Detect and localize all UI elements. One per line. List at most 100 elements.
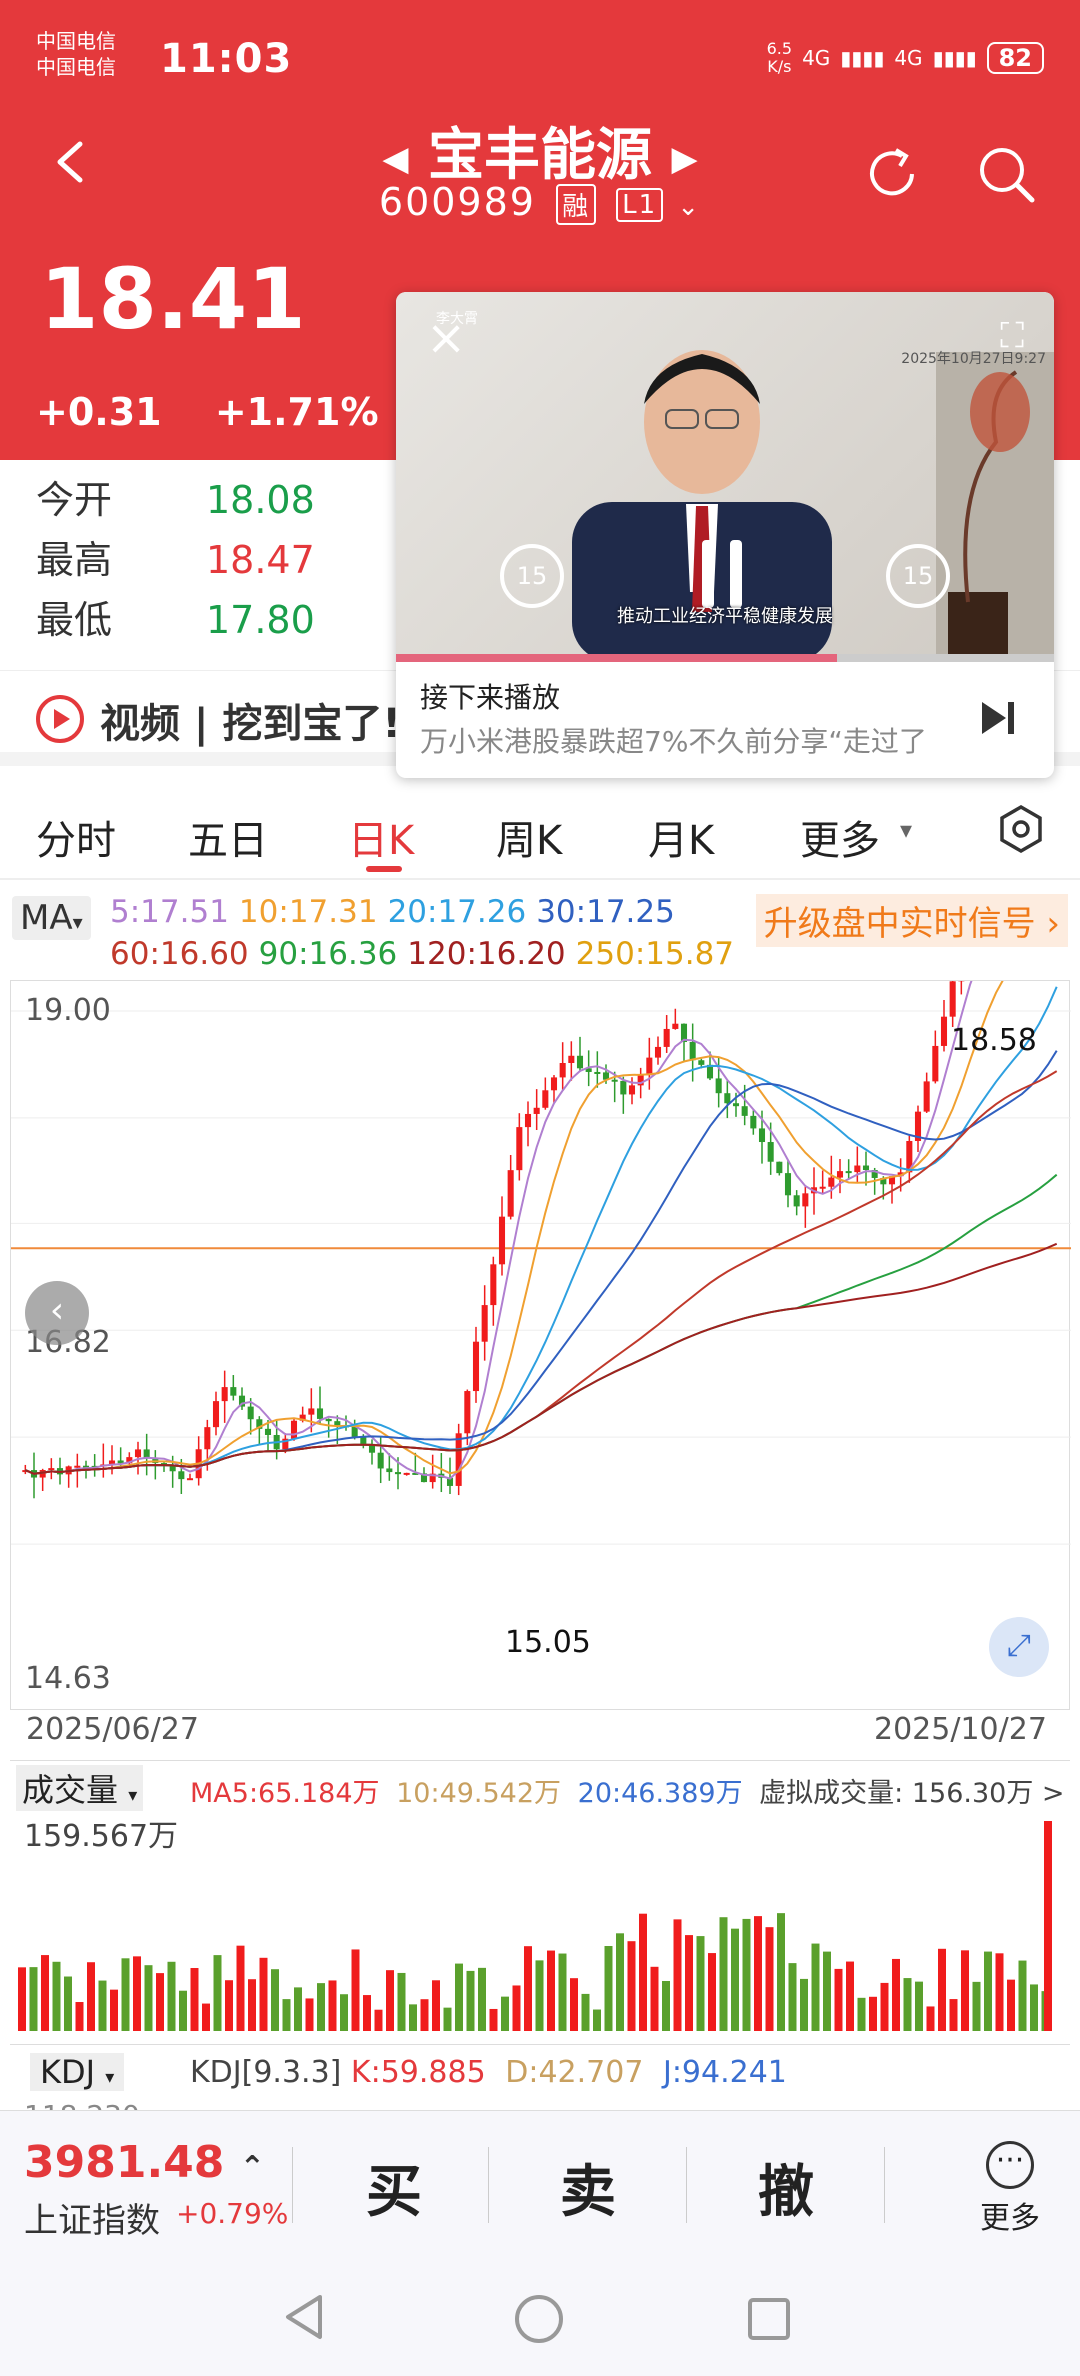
volume-bar (754, 1916, 762, 2031)
ma-value: 20:17.26 (388, 894, 527, 930)
more-button[interactable]: ··· 更多 (980, 2141, 1040, 2237)
tab-4[interactable]: 月K (648, 808, 714, 866)
ma-value: 250:15.87 (576, 936, 734, 972)
candle-body (74, 1466, 80, 1468)
candle-body (828, 1178, 834, 1187)
volume-bar (145, 1965, 153, 2031)
volume-bar (248, 1979, 256, 2031)
ma-selector[interactable]: MA▾ (12, 896, 91, 940)
volume-bar (1030, 1984, 1038, 2031)
candle-body (508, 1170, 514, 1217)
fullscreen-button[interactable]: ⤢ (989, 1617, 1049, 1677)
volume-bar (432, 1980, 440, 2031)
prev-stock-icon[interactable]: ◀ (382, 139, 408, 179)
volume-bar (260, 1958, 268, 2031)
signal-2: 4G (894, 46, 922, 70)
candle-body (733, 1103, 739, 1106)
low-label: 15.05 (505, 1625, 591, 1660)
volume-bar (478, 1968, 486, 2031)
next-stock-icon[interactable]: ▶ (672, 139, 698, 179)
tab-3[interactable]: 周K (496, 808, 562, 866)
volume-panel: 成交量 ▾ MA5:65.184万 10:49.542万 20:46.389万 … (10, 1760, 1070, 2040)
search-icon[interactable] (976, 144, 1036, 204)
volume-bar (467, 1971, 475, 2031)
volume-bar (64, 1977, 72, 2031)
buy-button[interactable]: 买 (366, 2147, 422, 2228)
volume-bar (731, 1929, 739, 2031)
candle-body (568, 1056, 574, 1063)
candle-body (170, 1466, 176, 1471)
close-icon[interactable]: × (426, 314, 466, 362)
share-icon[interactable] (862, 144, 922, 204)
nav-home-icon[interactable] (512, 2292, 566, 2346)
chevron-down-icon[interactable]: ⌄ (677, 192, 701, 222)
candle-body (135, 1449, 141, 1457)
candle-body (594, 1072, 600, 1074)
volume-bar (766, 1927, 774, 2031)
tab-5[interactable]: 更多 (800, 808, 880, 866)
volume-bar (835, 1969, 843, 2031)
chart-scroll-left-button[interactable]: ‹ (25, 1281, 89, 1345)
expand-icon[interactable]: ⛶ (1000, 316, 1024, 356)
ma-line-2: 60:16.60 90:16.36 120:16.20 250:15.87 (110, 936, 744, 972)
kdj-d: D:42.707 (505, 2055, 643, 2090)
skip-back-icon[interactable]: 15 (500, 544, 564, 608)
ma-line (25, 1175, 1056, 1474)
volume-bar (156, 1973, 164, 2031)
stat-value: 17.80 (206, 590, 356, 650)
volume-bar (363, 1995, 371, 2031)
cancel-order-button[interactable]: 撤 (758, 2147, 814, 2228)
nav-back-icon[interactable] (280, 2292, 330, 2342)
sell-button[interactable]: 卖 (560, 2147, 616, 2228)
volume-bar (938, 1949, 946, 2031)
video-frame[interactable]: 李大霄 2025年10月27日9:27 × ⛶ 15 15 推动工业经济平稳健康… (396, 292, 1054, 662)
candle-body (464, 1391, 470, 1433)
candle-body (308, 1408, 314, 1414)
tab-1[interactable]: 五日 (188, 808, 268, 866)
upgrade-text: 升级盘中实时信号 (764, 904, 1036, 944)
kdj-selector[interactable]: KDJ ▾ (30, 2053, 124, 2091)
skip-forward-icon[interactable]: 15 (886, 544, 950, 608)
ma-value: 10:17.31 (239, 894, 378, 930)
progress-bar[interactable] (396, 654, 1054, 662)
volume-bar (501, 1997, 509, 2031)
tab-0[interactable]: 分时 (36, 808, 116, 866)
volume-bar (869, 1997, 877, 2031)
change-percent: +1.71% (215, 390, 379, 434)
ma-value: 60:16.60 (110, 936, 249, 972)
volume-bar (1019, 1961, 1027, 2031)
nav-recent-icon[interactable] (744, 2294, 794, 2344)
tab-2[interactable]: 日K (348, 808, 414, 866)
pause-icon[interactable] (702, 540, 744, 608)
candle-body (716, 1078, 722, 1093)
kdj-values: KDJ[9.3.3] K:59.885 D:42.707 J:94.241 (190, 2055, 787, 2090)
stat-value: 18.47 (206, 530, 356, 590)
candle-body (248, 1407, 254, 1420)
candle-body (525, 1114, 531, 1127)
signal-1: 4G (802, 46, 830, 70)
up-next-title[interactable]: 万小米港股暴跌超7%不久前分享“走过了 (420, 720, 927, 760)
candle-body (742, 1106, 748, 1116)
volume-bar (547, 1951, 555, 2031)
candle-body (759, 1128, 765, 1142)
volume-bar (777, 1913, 785, 2031)
volume-bar (996, 1953, 1004, 2031)
volume-bar (616, 1933, 624, 2031)
settings-icon[interactable] (996, 804, 1046, 854)
next-track-icon[interactable] (978, 698, 1018, 738)
carrier-1: 中国电信 (36, 28, 116, 54)
index-value-text: 3981.48 (24, 2137, 224, 2188)
video-date: 2025年10月27日9:27 (901, 348, 1046, 368)
pip-video-player[interactable]: 李大霄 2025年10月27日9:27 × ⛶ 15 15 推动工业经济平稳健康… (396, 292, 1054, 778)
upgrade-signal-button[interactable]: 升级盘中实时信号 › (756, 894, 1068, 947)
ma-line (25, 1244, 1056, 1474)
volume-bar (961, 1950, 969, 2031)
ma-legend: MA▾ 5:17.51 10:17.31 20:17.26 30:17.25 60:1… (0, 890, 1080, 980)
chart-tabs: 分时 五日 日K 周K 月K 更多 ▾ (0, 790, 1080, 880)
candle-body (222, 1387, 228, 1401)
kline-chart[interactable]: 19.00 16.82 14.63 18.58 15.05 ‹ ⤢ (10, 980, 1070, 1710)
signal-bars-icon-2: ▮▮▮▮ (933, 46, 977, 70)
candle-body (378, 1453, 384, 1469)
dropdown-icon: ▾ (105, 2067, 114, 2088)
volume-bar (87, 1962, 95, 2031)
